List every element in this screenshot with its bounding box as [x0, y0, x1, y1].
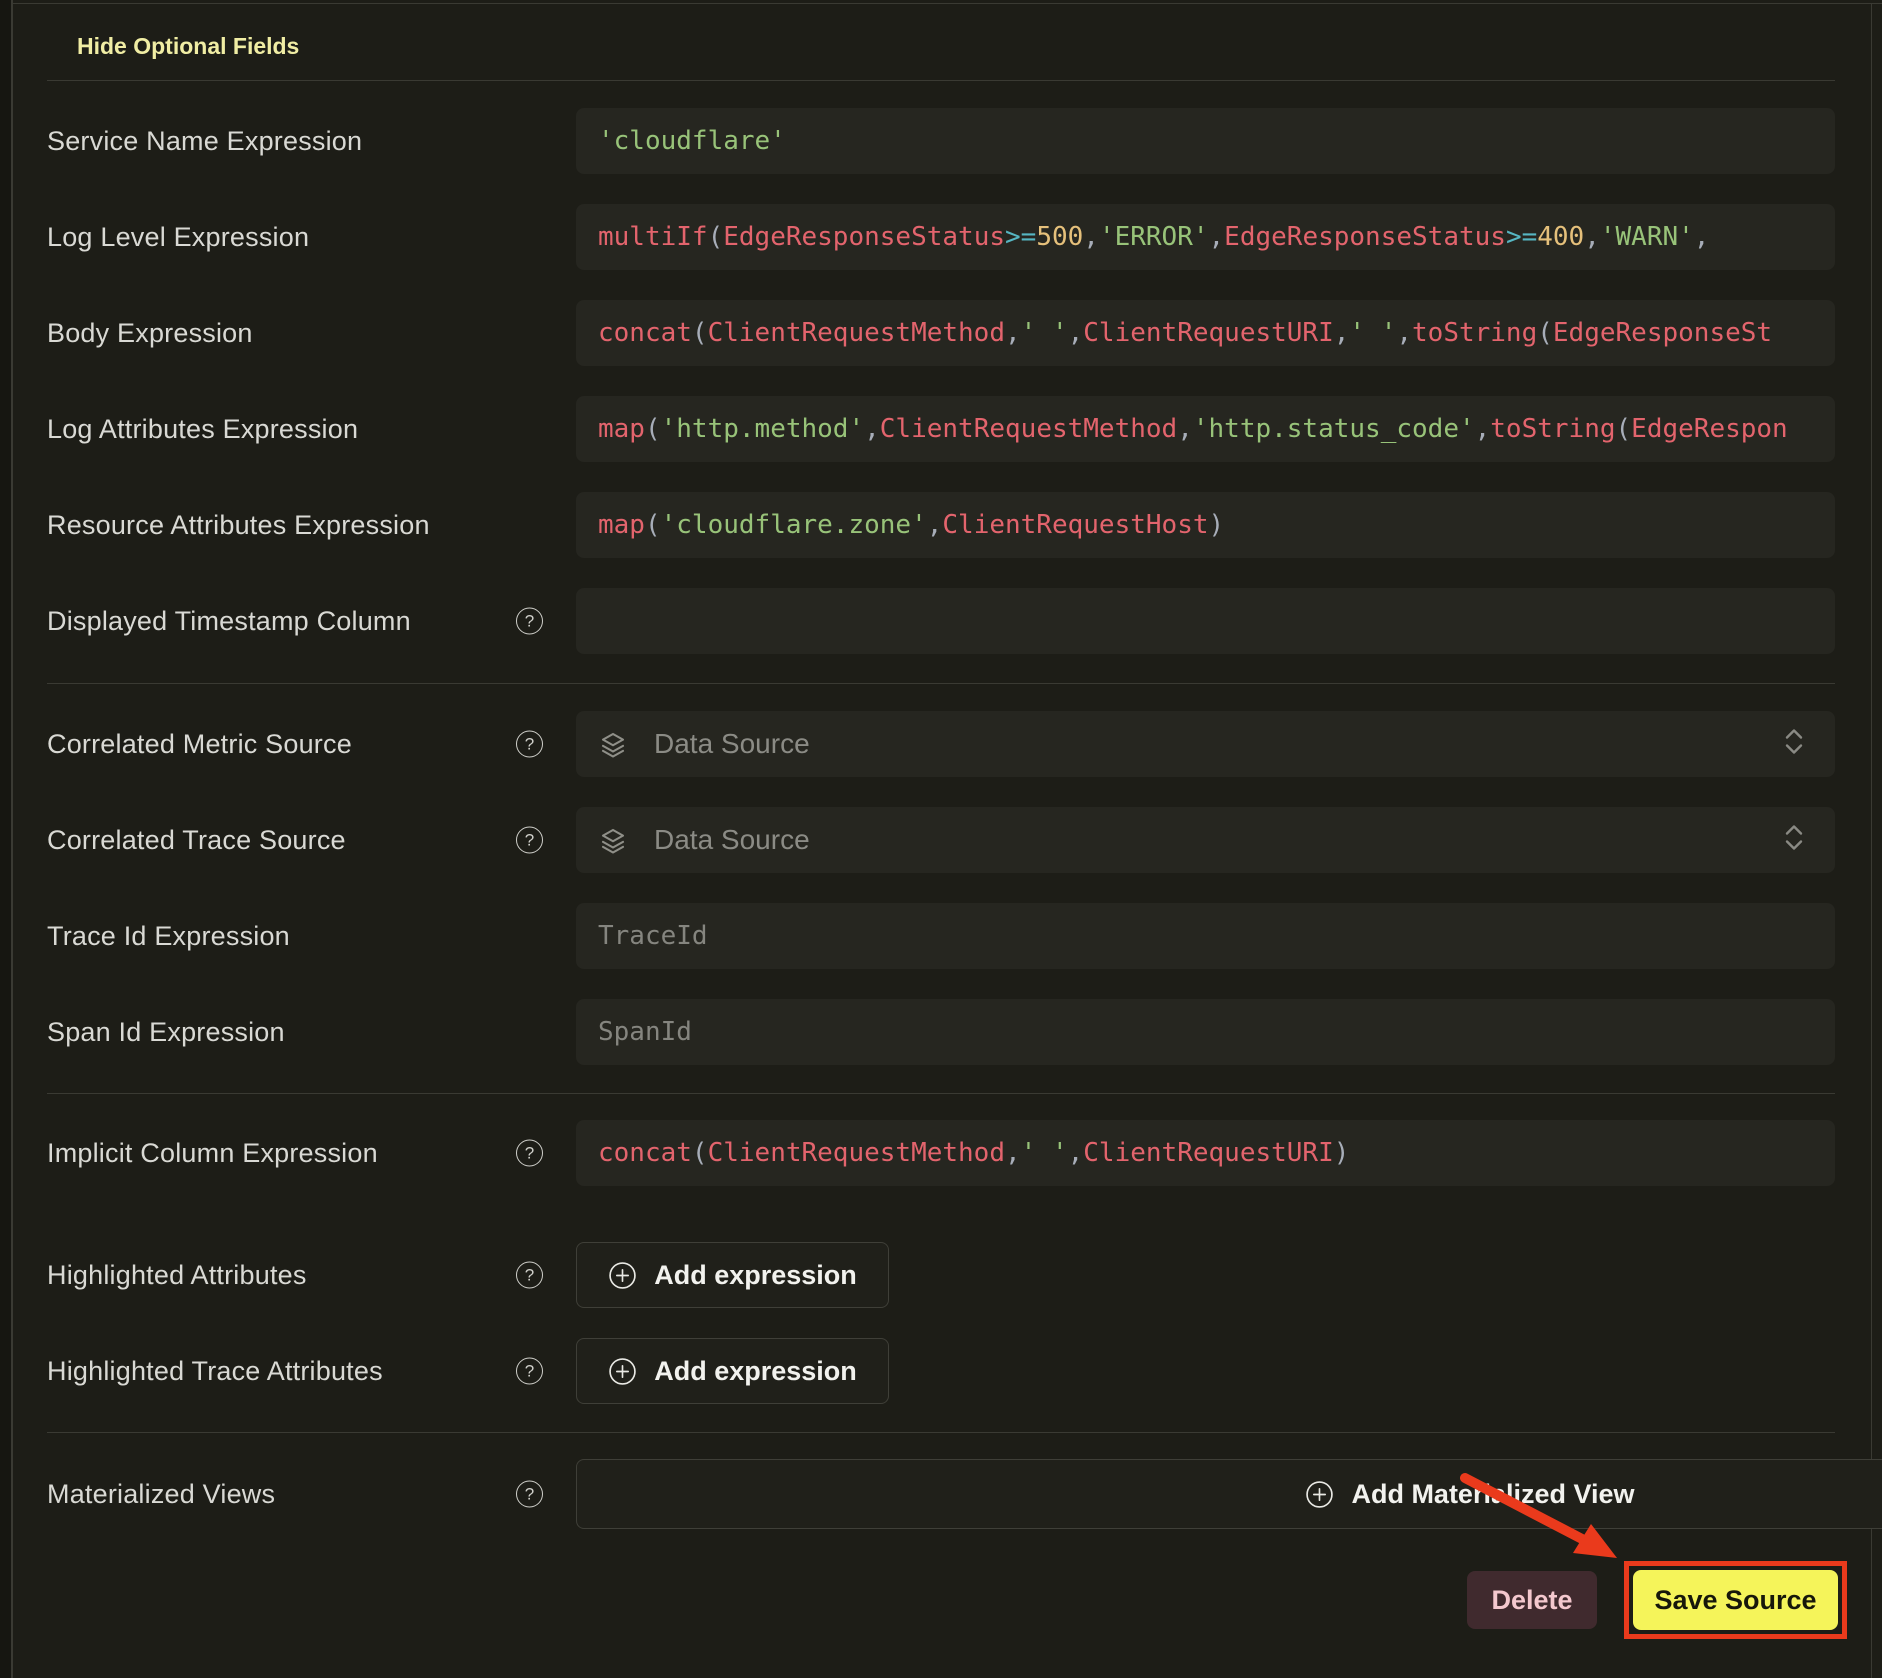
select-placeholder: Data Source	[654, 824, 810, 856]
row-log-attributes-expression: Log Attributes Expression map('http.meth…	[47, 396, 1835, 462]
source-settings-panel: Hide Optional Fields Service Name Expres…	[0, 0, 1882, 1678]
service-name-expression-input[interactable]: 'cloudflare'	[576, 108, 1835, 174]
field-label: Resource Attributes Expression	[47, 510, 430, 541]
label-area: Span Id Expression	[47, 999, 576, 1065]
row-service-name-expression: Service Name Expression 'cloudflare'	[47, 108, 1835, 174]
correlated-metric-source-select[interactable]: Data Source	[576, 711, 1835, 777]
field-label: Highlighted Attributes	[47, 1260, 307, 1291]
label-area: Service Name Expression	[47, 108, 576, 174]
help-icon[interactable]: ?	[516, 1481, 543, 1508]
row-body-expression: Body Expression concat(ClientRequestMeth…	[47, 300, 1835, 366]
label-area: Trace Id Expression	[47, 903, 576, 969]
log-attributes-expression-input[interactable]: map('http.method', ClientRequestMethod, …	[576, 396, 1835, 462]
section-divider	[47, 80, 1835, 81]
section-divider	[47, 683, 1835, 684]
layers-icon	[598, 729, 628, 759]
row-span-id-expression: Span Id Expression SpanId	[47, 999, 1835, 1065]
displayed-timestamp-column-input[interactable]	[576, 588, 1835, 654]
left-gutter	[0, 0, 11, 1678]
row-correlated-metric-source: Correlated Metric Source ? Data Source	[47, 711, 1835, 777]
layers-icon	[598, 825, 628, 855]
field-label: Service Name Expression	[47, 126, 362, 157]
section-divider	[47, 1093, 1835, 1094]
field-label: Span Id Expression	[47, 1017, 285, 1048]
row-log-level-expression: Log Level Expression multiIf(EdgeRespons…	[47, 204, 1835, 270]
label-area: Log Attributes Expression	[47, 396, 576, 462]
add-expression-button[interactable]: Add expression	[576, 1242, 889, 1308]
field-label: Trace Id Expression	[47, 921, 290, 952]
row-materialized-views: Materialized Views ? Add Materialized Vi…	[47, 1459, 1835, 1529]
span-id-expression-input[interactable]: SpanId	[576, 999, 1835, 1065]
input-placeholder: SpanId	[598, 1017, 692, 1047]
row-displayed-timestamp-column: Displayed Timestamp Column ?	[47, 588, 1835, 654]
resource-attributes-expression-input[interactable]: map('cloudflare.zone', ClientRequestHost…	[576, 492, 1835, 558]
implicit-column-expression-input[interactable]: concat(ClientRequestMethod, ' ', ClientR…	[576, 1120, 1835, 1186]
trace-id-expression-input[interactable]: TraceId	[576, 903, 1835, 969]
add-expression-label: Add expression	[654, 1356, 857, 1387]
help-icon[interactable]: ?	[516, 827, 543, 854]
label-area: Resource Attributes Expression	[47, 492, 576, 558]
field-label: Body Expression	[47, 318, 253, 349]
row-implicit-column-expression: Implicit Column Expression ? concat(Clie…	[47, 1120, 1835, 1186]
help-icon[interactable]: ?	[516, 1262, 543, 1289]
field-label: Displayed Timestamp Column	[47, 606, 411, 637]
input-placeholder: TraceId	[598, 921, 708, 951]
field-label: Highlighted Trace Attributes	[47, 1356, 383, 1387]
panel-border-right	[1871, 3, 1872, 1678]
label-area: Highlighted Trace Attributes ?	[47, 1338, 576, 1404]
help-icon[interactable]: ?	[516, 731, 543, 758]
field-label: Correlated Metric Source	[47, 729, 352, 760]
select-placeholder: Data Source	[654, 728, 810, 760]
add-expression-button[interactable]: Add expression	[576, 1338, 889, 1404]
help-icon[interactable]: ?	[516, 1358, 543, 1385]
hide-optional-fields-link[interactable]: Hide Optional Fields	[77, 33, 299, 60]
section-divider	[47, 1432, 1835, 1433]
label-area: Materialized Views ?	[47, 1459, 576, 1529]
plus-circle-icon	[1305, 1480, 1334, 1509]
correlated-trace-source-select[interactable]: Data Source	[576, 807, 1835, 873]
field-label: Materialized Views	[47, 1479, 275, 1510]
label-area: Implicit Column Expression ?	[47, 1120, 576, 1186]
panel-border-top	[13, 3, 1882, 4]
row-resource-attributes-expression: Resource Attributes Expression map('clou…	[47, 492, 1835, 558]
label-area: Correlated Trace Source ?	[47, 807, 576, 873]
field-label: Implicit Column Expression	[47, 1138, 378, 1169]
delete-button[interactable]: Delete	[1467, 1571, 1597, 1629]
chevron-up-down-icon	[1781, 822, 1807, 859]
row-trace-id-expression: Trace Id Expression TraceId	[47, 903, 1835, 969]
add-materialized-view-label: Add Materialized View	[1351, 1479, 1634, 1510]
row-highlighted-attributes: Highlighted Attributes ? Add expression	[47, 1242, 1835, 1308]
body-expression-input[interactable]: concat(ClientRequestMethod, ' ', ClientR…	[576, 300, 1835, 366]
add-materialized-view-button[interactable]: Add Materialized View	[576, 1459, 1882, 1529]
chevron-up-down-icon	[1781, 726, 1807, 763]
label-area: Displayed Timestamp Column ?	[47, 588, 576, 654]
plus-circle-icon	[608, 1261, 637, 1290]
label-area: Body Expression	[47, 300, 576, 366]
field-label: Log Attributes Expression	[47, 414, 358, 445]
row-highlighted-trace-attributes: Highlighted Trace Attributes ? Add expre…	[47, 1338, 1835, 1404]
save-source-button[interactable]: Save Source	[1633, 1570, 1838, 1630]
label-area: Correlated Metric Source ?	[47, 711, 576, 777]
annotation-highlight-box: Save Source	[1624, 1561, 1847, 1639]
log-level-expression-input[interactable]: multiIf(EdgeResponseStatus >= 500, 'ERRO…	[576, 204, 1835, 270]
help-icon[interactable]: ?	[516, 608, 543, 635]
plus-circle-icon	[608, 1357, 637, 1386]
help-icon[interactable]: ?	[516, 1140, 543, 1167]
label-area: Log Level Expression	[47, 204, 576, 270]
row-correlated-trace-source: Correlated Trace Source ? Data Source	[47, 807, 1835, 873]
add-expression-label: Add expression	[654, 1260, 857, 1291]
panel-border-left	[11, 0, 13, 1678]
field-label: Correlated Trace Source	[47, 825, 346, 856]
label-area: Highlighted Attributes ?	[47, 1242, 576, 1308]
field-label: Log Level Expression	[47, 222, 309, 253]
